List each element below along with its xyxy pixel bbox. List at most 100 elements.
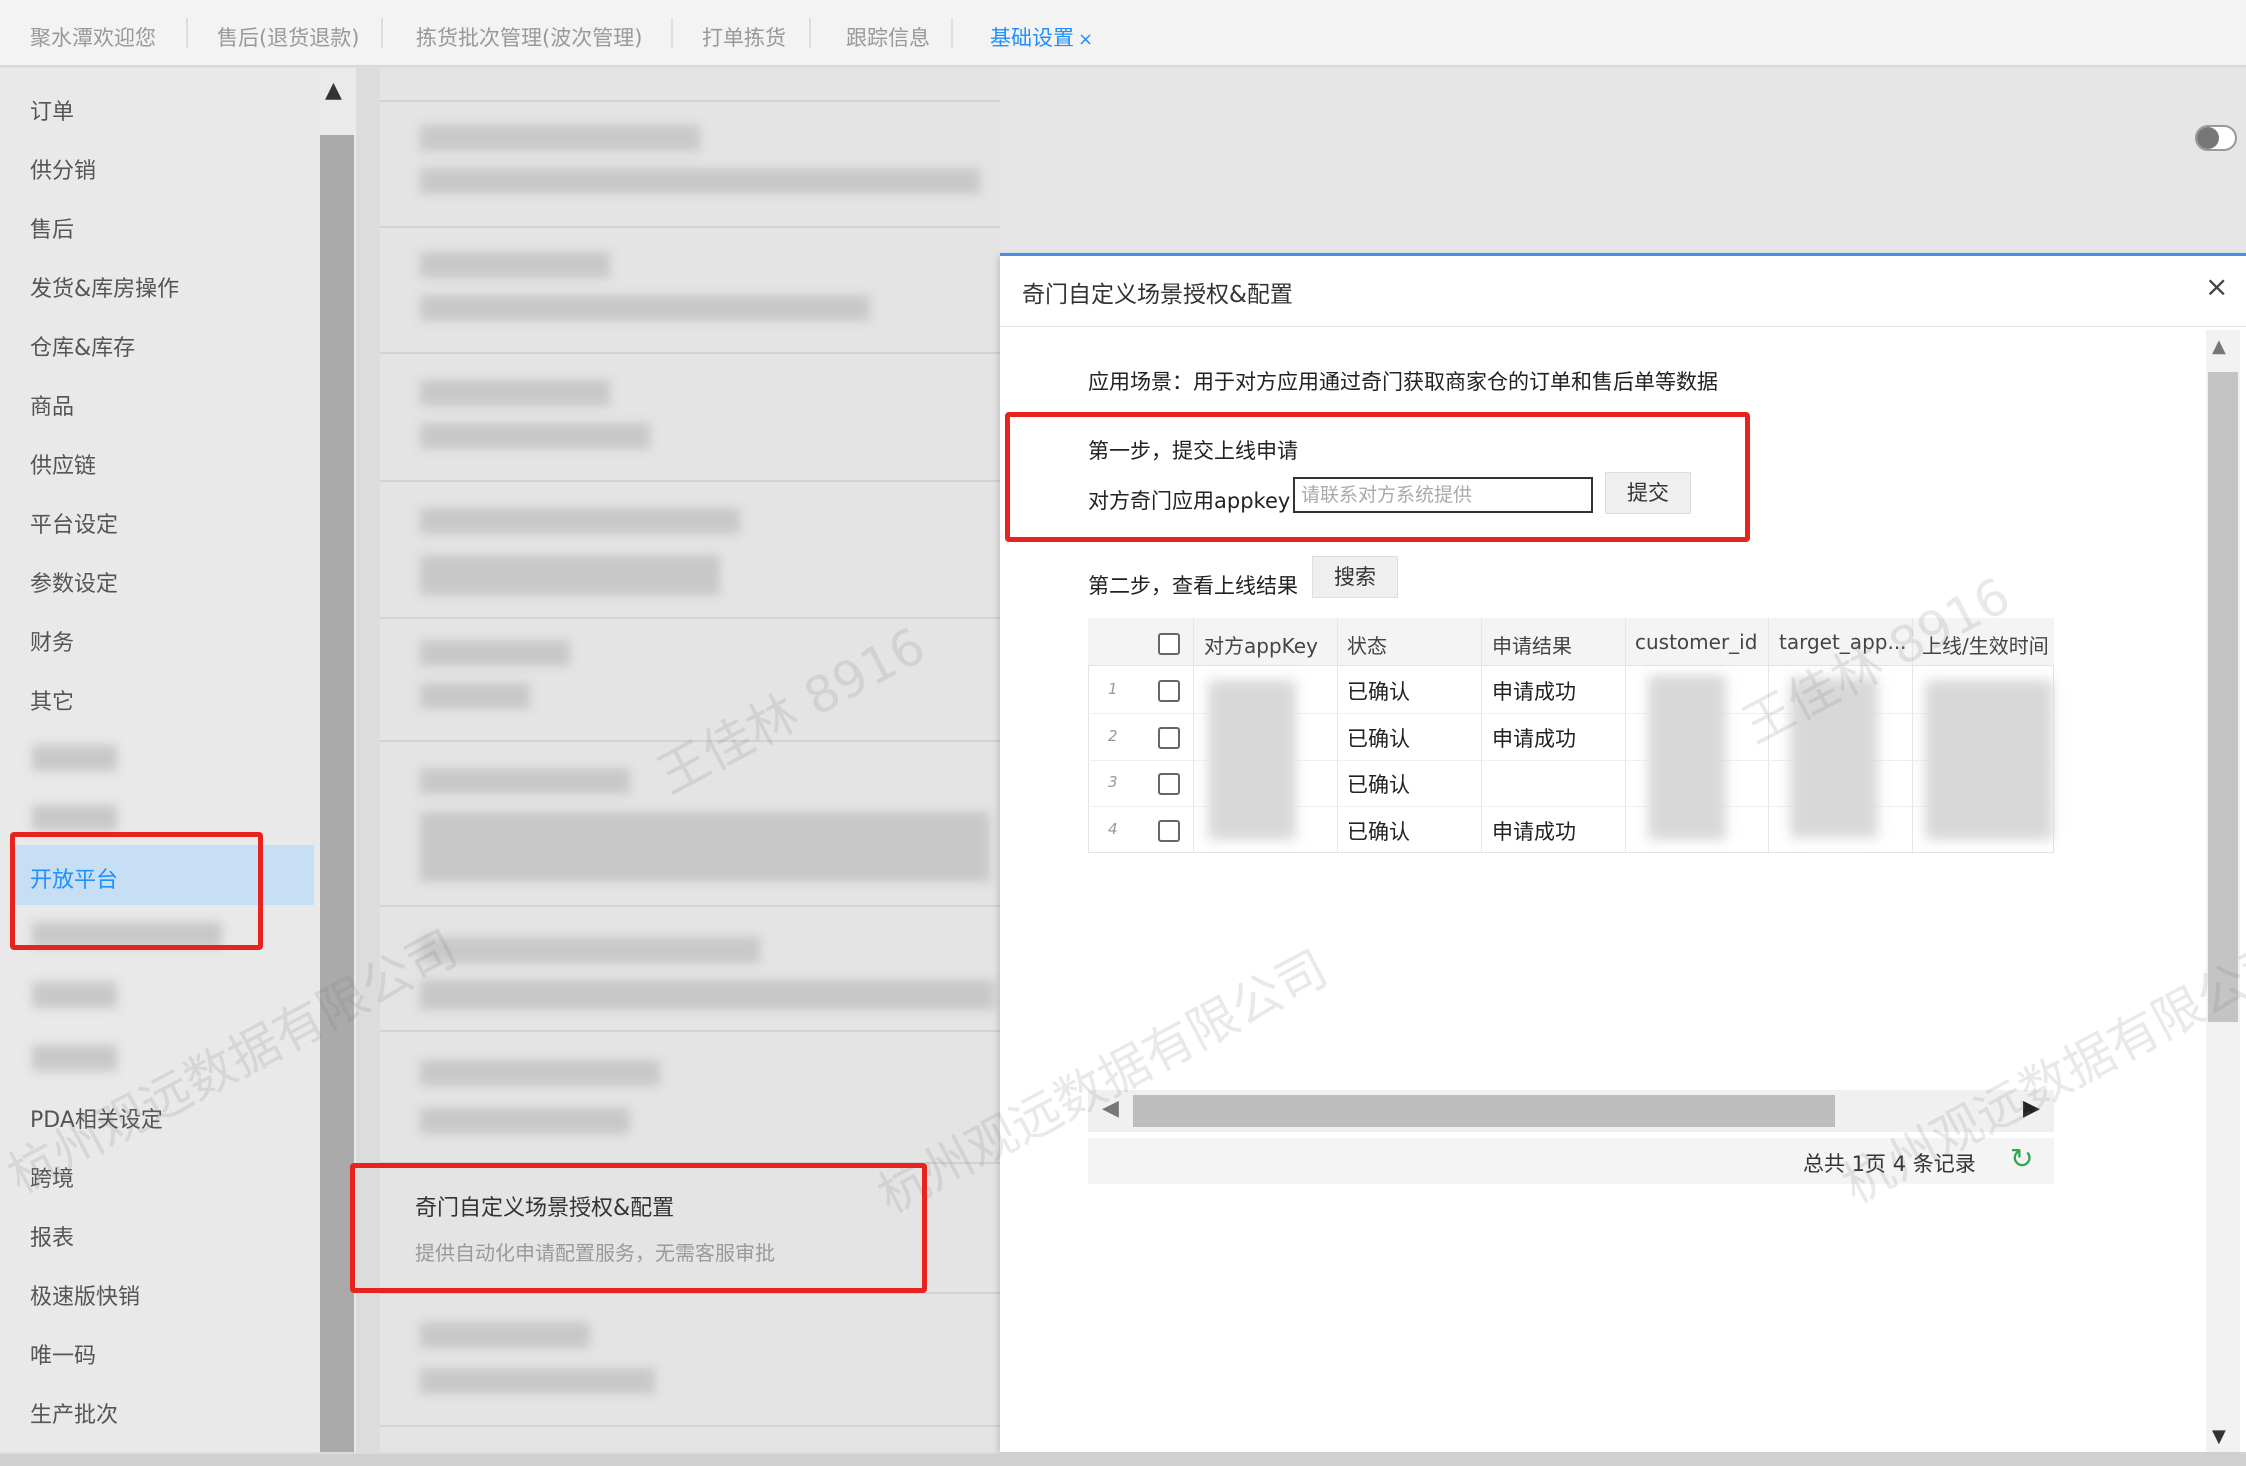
sidebar-item-other[interactable]: 其它 [30,684,74,716]
row-checkbox[interactable] [1158,820,1180,842]
sidebar-item-finance[interactable]: 财务 [30,625,74,657]
sidebar-item-product[interactable]: 商品 [30,389,74,421]
sidebar-item-cross-border[interactable]: 跨境 [30,1161,74,1193]
divider [380,740,1000,742]
blurred-nav-item [32,982,117,1008]
blurred-card-title [420,1060,660,1086]
sidebar-item-distribution[interactable]: 供分销 [30,153,96,185]
blurred-card-desc [420,555,720,595]
blurred-card-desc [420,980,995,1010]
divider [380,480,1000,482]
sidebar-item-pda[interactable]: PDA相关设定 [30,1102,163,1134]
tab-separator [808,18,811,48]
tab-welcome[interactable]: 聚水潭欢迎您 [30,0,156,66]
scroll-down-icon[interactable]: ▼ [2212,1426,2226,1447]
col-header-status[interactable]: 状态 [1347,630,1387,659]
col-header-target-app[interactable]: target_app... [1779,630,1907,654]
arrow-right-icon[interactable]: ▶ [2023,1096,2040,1121]
scroll-up-icon[interactable]: ▲ [325,78,342,103]
tab-separator [185,18,188,48]
tab-separator [380,18,383,48]
divider [380,905,1000,907]
vertical-scrollbar-thumb[interactable] [2208,372,2238,1022]
blurred-appkey-column [1208,680,1296,840]
row-status: 已确认 [1347,820,1410,844]
sidebar-item-params[interactable]: 参数设定 [30,566,118,598]
blurred-customer-id-column [1648,675,1726,840]
row-result: 申请成功 [1492,727,1576,751]
tab-separator [950,18,953,48]
blurred-card-desc [420,295,870,321]
sidebar-scrollbar-thumb[interactable] [320,135,354,1452]
column-divider [1912,618,1913,853]
row-status: 已确认 [1347,773,1410,797]
close-icon[interactable]: × [1078,29,1093,50]
tab-basic-settings-label: 基础设置 [990,26,1074,50]
blurred-card-title [420,768,630,794]
row-checkbox[interactable] [1158,727,1180,749]
blurred-card-title [420,937,760,963]
sidebar-item-shipping[interactable]: 发货&库房操作 [30,271,179,303]
row-number: 2 [1108,727,1118,745]
column-divider [1481,618,1482,853]
sidebar-item-supply-chain[interactable]: 供应链 [30,448,96,480]
tab-print-pick[interactable]: 打单拣货 [702,0,786,66]
sidebar-item-platform[interactable]: 平台设定 [30,507,118,539]
bottom-edge [0,1454,2246,1466]
blurred-card-desc [420,683,530,709]
close-icon[interactable]: × [2205,270,2228,303]
sidebar-item-warehouse[interactable]: 仓库&库存 [30,330,135,362]
highlight-qimen-card [350,1163,927,1293]
dialog-title: 奇门自定义场景授权&配置 [1022,282,1293,308]
blurred-card-title [420,640,570,666]
blurred-card-title [420,125,700,151]
arrow-left-icon[interactable]: ◀ [1102,1096,1119,1121]
col-header-customer-id[interactable]: customer_id [1635,630,1757,654]
tab-basic-settings[interactable]: 基础设置 × [990,0,1093,66]
row-result: 申请成功 [1492,820,1576,844]
pager-info: 总共 1页 4 条记录 [1803,1152,1976,1176]
tab-tracking[interactable]: 跟踪信息 [846,0,930,66]
sidebar-item-fast-sales[interactable]: 极速版快销 [30,1279,140,1311]
row-checkbox[interactable] [1158,680,1180,702]
toggle-knob [2197,127,2219,149]
blurred-card-title [420,380,610,406]
highlight-step1 [1005,412,1750,542]
tab-after-sales[interactable]: 售后(退货退款) [217,0,359,66]
select-all-checkbox[interactable] [1158,633,1180,655]
col-header-appkey[interactable]: 对方appKey [1204,630,1318,659]
sidebar-item-after-sales[interactable]: 售后 [30,212,74,244]
horizontal-scrollbar-thumb[interactable] [1133,1095,1835,1127]
blurred-nav-item [32,805,117,831]
blurred-card-desc [420,168,980,194]
divider [380,100,1000,102]
sidebar-item-reports[interactable]: 报表 [30,1220,74,1252]
row-checkbox[interactable] [1158,773,1180,795]
blurred-card-desc [420,423,650,449]
col-header-online-time[interactable]: 上线/生效时间 [1922,630,2052,659]
sidebar-item-unique-code[interactable]: 唯一码 [30,1338,96,1370]
row-number: 3 [1108,773,1118,791]
background-panel [1000,68,2246,258]
refresh-icon[interactable]: ↻ [2010,1142,2033,1175]
row-status: 已确认 [1347,680,1410,704]
row-number: 1 [1108,680,1118,698]
sidebar-item-production-batch[interactable]: 生产批次 [30,1397,118,1429]
step2-label: 第二步，查看上线结果 [1088,574,1298,598]
row-result: 申请成功 [1492,680,1576,704]
row-status: 已确认 [1347,727,1410,751]
tab-picking-batch[interactable]: 拣货批次管理(波次管理) [416,0,642,66]
sidebar-item-order[interactable]: 订单 [30,94,74,126]
divider [380,226,1000,228]
column-divider [1768,618,1769,853]
search-button[interactable]: 搜索 [1312,556,1398,598]
col-header-result[interactable]: 申请结果 [1492,630,1572,659]
blurred-target-app-column [1790,678,1878,838]
blurred-card-desc [420,1108,630,1134]
blurred-nav-item [32,745,117,771]
column-divider [1337,618,1338,853]
dialog-accent-bar [1000,253,2246,256]
dialog-divider [1000,326,2246,327]
column-divider [1193,618,1194,853]
scroll-up-icon[interactable]: ▲ [2212,336,2226,357]
